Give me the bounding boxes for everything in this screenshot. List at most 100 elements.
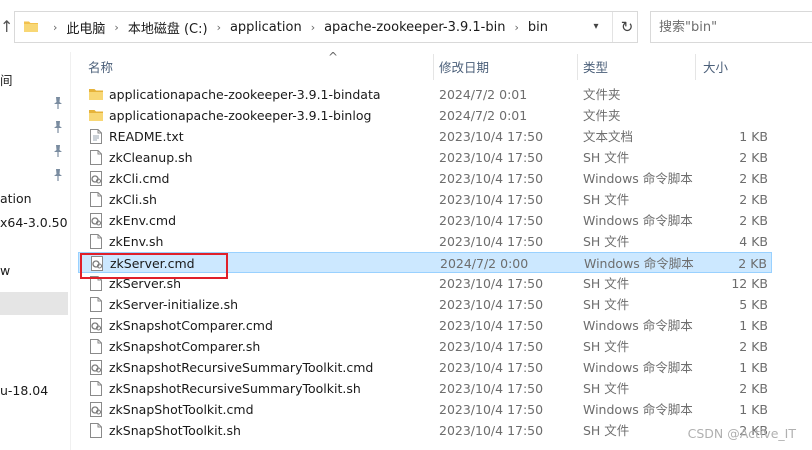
file-size: 1 KB: [739, 318, 768, 333]
column-divider[interactable]: [577, 54, 578, 80]
file-row[interactable]: zkSnapshotRecursiveSummaryToolkit.sh 2023…: [78, 378, 772, 399]
file-row[interactable]: zkServer-initialize.sh 2023/10/4 17:50 SH …: [78, 294, 772, 315]
nav-item[interactable]: ation: [0, 188, 32, 210]
file-size: 2 KB: [739, 171, 768, 186]
file-date: 2023/10/4 17:50: [439, 360, 544, 375]
file-name: zkEnv.cmd: [109, 213, 177, 228]
file-type: 文件夹: [583, 108, 621, 123]
file-row[interactable]: zkSnapshotComparer.cmd 2023/10/4 17:50 Win…: [78, 315, 772, 336]
refresh-icon[interactable]: ↻: [612, 12, 641, 42]
file-type: Windows 命令脚本: [583, 318, 693, 333]
file-date: 2024/7/2 0:01: [439, 108, 528, 123]
file-row[interactable]: zkEnv.sh 2023/10/4 17:50 SH 文件 4 KB: [78, 231, 772, 252]
file-date: 2024/7/2 0:00: [440, 256, 529, 271]
column-divider[interactable]: [695, 54, 696, 80]
file-type: SH 文件: [583, 276, 630, 291]
file-name: zkCli.sh: [109, 192, 157, 207]
file-date: 2023/10/4 17:50: [439, 339, 544, 354]
file-row[interactable]: zkCli.cmd 2023/10/4 17:50 Windows 命令脚本 2 KB: [78, 168, 772, 189]
file-date: 2023/10/4 17:50: [439, 318, 544, 333]
breadcrumb-this-pc[interactable]: 此电脑: [61, 18, 110, 37]
file-name: zkCli.cmd: [109, 171, 170, 186]
breadcrumb-local-disk[interactable]: 本地磁盘 (C:): [123, 18, 213, 37]
file-row[interactable]: zkSnapShotToolkit.sh 2023/10/4 17:50 SH 文件…: [78, 420, 772, 441]
folder-icon: [89, 89, 103, 100]
file-row[interactable]: applicationapache-zookeeper-3.9.1-binlog…: [78, 105, 772, 126]
pin-icon[interactable]: [52, 96, 64, 110]
file-name: zkSnapShotToolkit.sh: [109, 423, 241, 438]
file-name: zkCleanup.sh: [109, 150, 193, 165]
breadcrumb-separator-icon[interactable]: ›: [110, 21, 122, 34]
file-name: applicationapache-zookeeper-3.9.1-bindat…: [109, 87, 381, 102]
file-row[interactable]: zkSnapshotRecursiveSummaryToolkit.cmd 202…: [78, 357, 772, 378]
column-type[interactable]: 类型: [583, 58, 608, 78]
file-date: 2023/10/4 17:50: [439, 276, 544, 291]
file-row[interactable]: applicationapache-zookeeper-3.9.1-bindat…: [78, 84, 772, 105]
nav-item[interactable]: u-18.04: [0, 380, 48, 402]
file-date: 2024/7/2 0:01: [439, 87, 528, 102]
file-type: Windows 命令脚本: [583, 360, 693, 375]
nav-selected-item[interactable]: [0, 292, 68, 315]
file-row[interactable]: zkEnv.cmd 2023/10/4 17:50 Windows 命令脚本 2 KB: [78, 210, 772, 231]
file-type: SH 文件: [583, 234, 630, 249]
search-box[interactable]: [650, 11, 812, 43]
file-size: 2 KB: [739, 339, 768, 354]
nav-item[interactable]: w: [0, 260, 10, 282]
column-divider[interactable]: [433, 54, 434, 80]
file-row[interactable]: zkCleanup.sh 2023/10/4 17:50 SH 文件 2 KB: [78, 147, 772, 168]
file-size: 2 KB: [739, 213, 768, 228]
red-highlight-box: [80, 253, 228, 279]
file-type: SH 文件: [583, 192, 630, 207]
pin-icon[interactable]: [52, 168, 64, 182]
column-date[interactable]: 修改日期: [439, 58, 489, 78]
file-name: zkEnv.sh: [109, 234, 164, 249]
file-type: SH 文件: [583, 423, 630, 438]
address-row: ↑ › 此电脑 › 本地磁盘 (C:) › application › apac…: [0, 0, 812, 52]
breadcrumb-separator-icon[interactable]: ›: [307, 21, 319, 34]
up-arrow-icon[interactable]: ↑: [0, 14, 14, 40]
file-date: 2023/10/4 17:50: [439, 129, 544, 144]
file-icon: [90, 339, 102, 354]
breadcrumb-application[interactable]: application: [225, 20, 307, 35]
nav-item[interactable]: 间: [0, 70, 13, 92]
file-date: 2023/10/4 17:50: [439, 402, 544, 417]
pin-icon[interactable]: [52, 144, 64, 158]
file-name: zkSnapShotToolkit.cmd: [109, 402, 254, 417]
nav-item[interactable]: x64-3.0.504: [0, 212, 68, 234]
file-date: 2023/10/4 17:50: [439, 381, 544, 396]
file-row[interactable]: zkCli.sh 2023/10/4 17:50 SH 文件 2 KB: [78, 189, 772, 210]
column-size[interactable]: 大小: [703, 58, 728, 78]
breadcrumb-separator-icon[interactable]: ›: [213, 21, 225, 34]
column-name[interactable]: 名称: [88, 58, 113, 78]
file-type: Windows 命令脚本: [584, 256, 694, 271]
address-bar[interactable]: › 此电脑 › 本地磁盘 (C:) › application › apache…: [14, 11, 638, 43]
pin-icon[interactable]: [52, 120, 64, 134]
folder-icon: [89, 110, 103, 121]
search-input[interactable]: [659, 18, 809, 36]
file-size: 12 KB: [731, 276, 768, 291]
file-size: 1 KB: [739, 129, 768, 144]
cmd-file-icon: [90, 402, 102, 417]
breadcrumb-separator-icon[interactable]: ›: [49, 21, 61, 34]
chevron-down-icon[interactable]: ▾: [581, 12, 611, 42]
file-type: SH 文件: [583, 150, 630, 165]
file-icon: [90, 423, 102, 438]
file-date: 2023/10/4 17:50: [439, 213, 544, 228]
file-size: 1 KB: [739, 360, 768, 375]
file-icon: [90, 192, 102, 207]
file-date: 2023/10/4 17:50: [439, 297, 544, 312]
file-size: 1 KB: [739, 402, 768, 417]
file-row[interactable]: zkSnapShotToolkit.cmd 2023/10/4 17:50 Wind…: [78, 399, 772, 420]
breadcrumb-bin[interactable]: bin: [523, 20, 553, 35]
pane-divider[interactable]: [70, 52, 71, 450]
breadcrumb-zookeeper[interactable]: apache-zookeeper-3.9.1-bin: [319, 20, 510, 35]
file-row[interactable]: zkSnapshotComparer.sh 2023/10/4 17:50 SH 文…: [78, 336, 772, 357]
file-size: 2 KB: [739, 150, 768, 165]
text-file-icon: [90, 129, 102, 144]
breadcrumb-separator-icon[interactable]: ›: [510, 21, 522, 34]
file-date: 2023/10/4 17:50: [439, 192, 544, 207]
file-row[interactable]: README.txt 2023/10/4 17:50 文本文档 1 KB: [78, 126, 772, 147]
file-date: 2023/10/4 17:50: [439, 171, 544, 186]
column-header: ^ 名称 修改日期 类型 大小: [78, 50, 812, 82]
file-icon: [90, 381, 102, 396]
